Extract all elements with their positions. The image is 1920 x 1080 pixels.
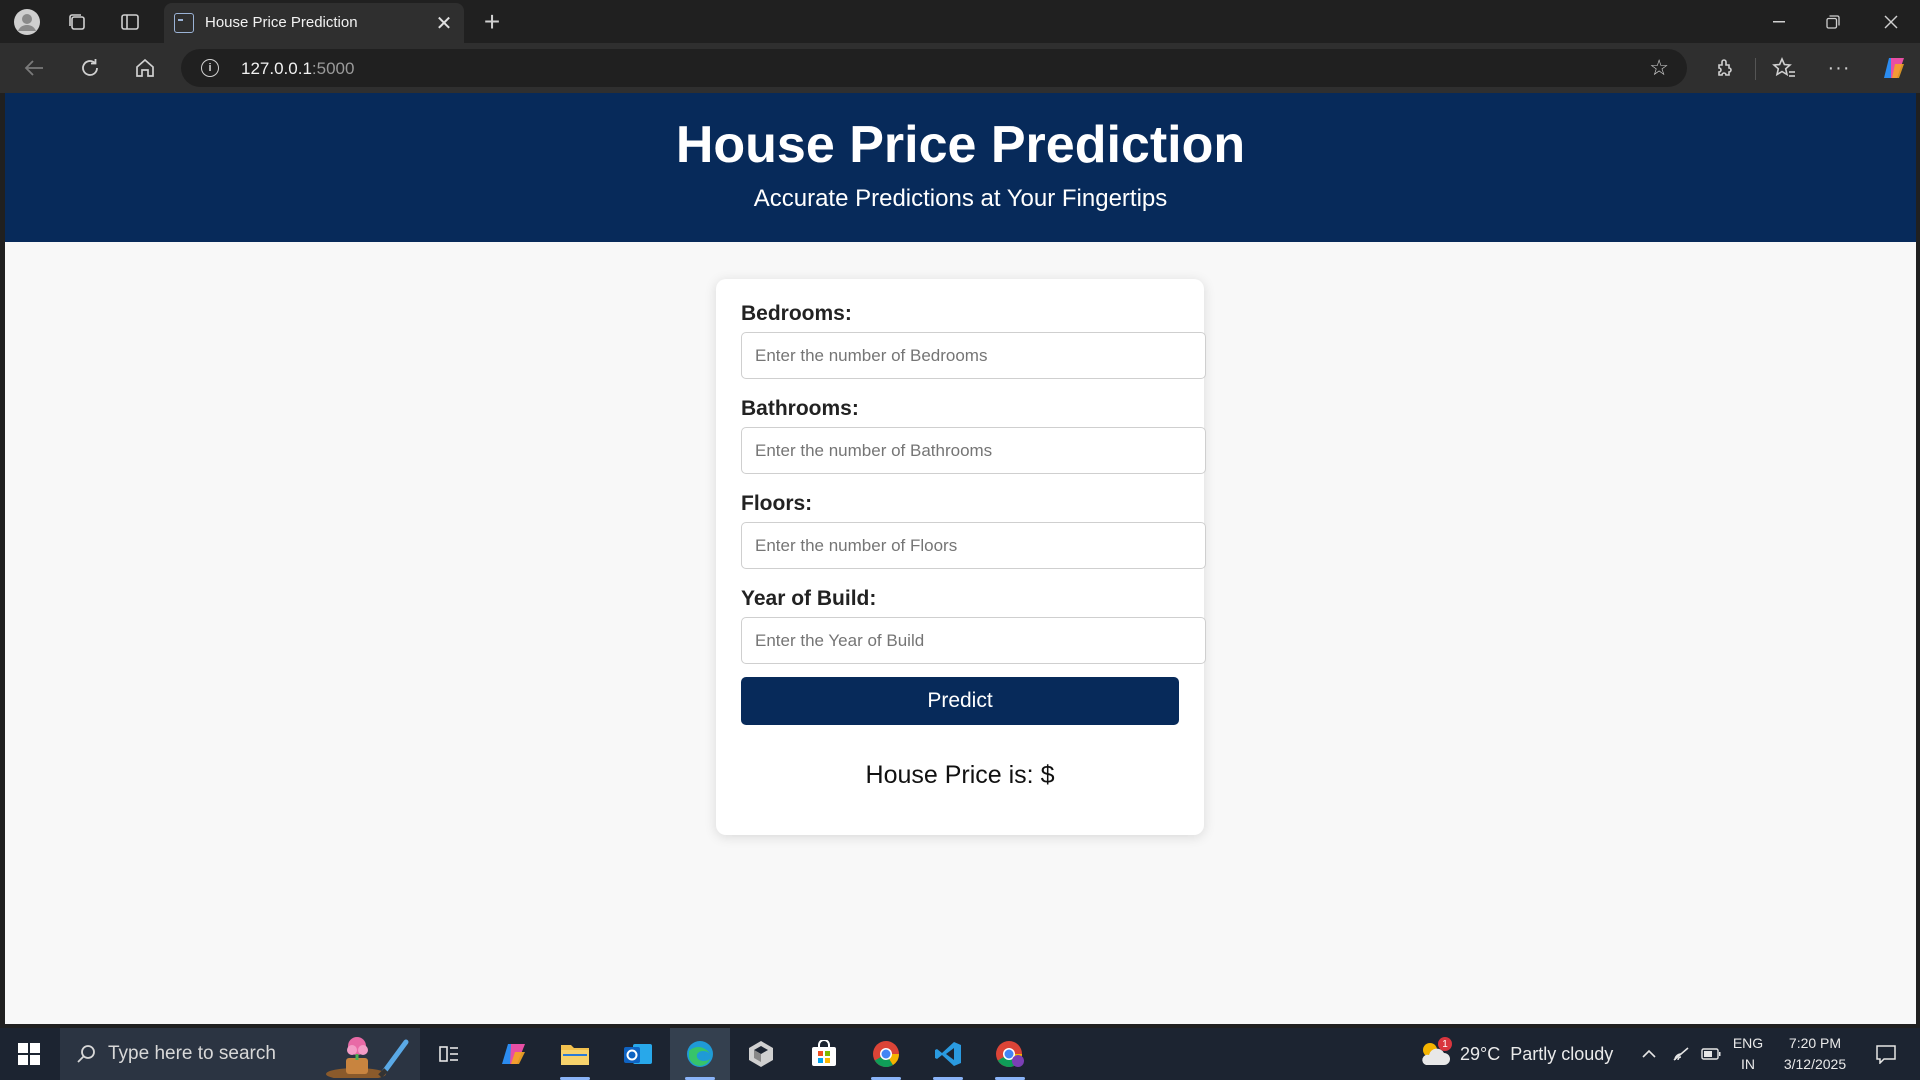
tab-close-icon[interactable]: ✕ xyxy=(432,11,456,35)
search-icon xyxy=(77,1045,95,1063)
site-info-icon[interactable]: i xyxy=(201,59,219,77)
copilot-app-icon[interactable] xyxy=(487,1028,541,1080)
taskbar-search-box[interactable]: Type here to search xyxy=(60,1028,420,1080)
input-language[interactable]: ENG IN xyxy=(1728,1033,1768,1075)
windows-taskbar: Type here to search 1 29°C Partly cloudy… xyxy=(0,1028,1920,1080)
bedrooms-input[interactable] xyxy=(741,332,1206,379)
url-host: 127.0.0.1 xyxy=(241,59,312,78)
favorite-star-icon[interactable]: ☆ xyxy=(1649,55,1669,81)
predict-button[interactable]: Predict xyxy=(741,677,1179,725)
year-of-build-input[interactable] xyxy=(741,617,1206,664)
chrome-icon[interactable] xyxy=(859,1028,913,1080)
language-code: ENG xyxy=(1732,1035,1764,1051)
search-placeholder: Type here to search xyxy=(108,1043,276,1064)
outlook-icon[interactable] xyxy=(611,1028,665,1080)
page-favicon-icon xyxy=(174,13,194,33)
floors-input[interactable] xyxy=(741,522,1206,569)
chrome-profile-icon[interactable] xyxy=(983,1028,1037,1080)
notifications-icon[interactable] xyxy=(1866,1028,1906,1080)
network-icon[interactable] xyxy=(1668,1028,1694,1080)
more-options-icon[interactable]: ··· xyxy=(1825,54,1853,82)
show-hidden-icons-chevron-icon[interactable] xyxy=(1636,1028,1662,1080)
home-icon[interactable] xyxy=(131,54,159,82)
page-title: House Price Prediction xyxy=(675,116,1246,174)
search-highlight-art-icon xyxy=(326,1037,409,1078)
page-subtitle: Accurate Predictions at Your Fingertips xyxy=(753,185,1168,212)
refresh-icon[interactable] xyxy=(76,54,104,82)
profile-avatar-icon[interactable] xyxy=(13,8,41,36)
page-viewport: House Price Prediction Accurate Predicti… xyxy=(5,93,1916,1024)
weather-widget[interactable]: 1 29°C Partly cloudy xyxy=(1418,1028,1618,1080)
favorites-icon[interactable] xyxy=(1770,54,1798,82)
toolbar-separator xyxy=(1755,58,1756,80)
bathrooms-label: Bathrooms: xyxy=(741,397,859,420)
url-port: :5000 xyxy=(311,59,355,78)
page-header: House Price Prediction Accurate Predicti… xyxy=(5,93,1916,242)
minimize-icon[interactable] xyxy=(1764,8,1794,36)
new-tab-icon[interactable]: + xyxy=(478,6,506,37)
file-explorer-icon[interactable] xyxy=(548,1028,602,1080)
url-text: 127.0.0.1:5000 xyxy=(241,59,354,79)
prediction-result: House Price is: $ xyxy=(865,761,1055,789)
battery-icon[interactable] xyxy=(1698,1028,1724,1080)
extensions-icon[interactable] xyxy=(1711,54,1739,82)
prediction-form-card: Bedrooms: Bathrooms: Floors: Year of Bui… xyxy=(716,279,1206,835)
bathrooms-input[interactable] xyxy=(741,427,1206,474)
vscode-icon[interactable] xyxy=(921,1028,975,1080)
edge-browser-icon[interactable] xyxy=(670,1028,730,1080)
tab-title: House Price Prediction xyxy=(205,14,358,31)
browser-tab-bar: House Price Prediction ✕ + xyxy=(0,0,1920,43)
year-of-build-label: Year of Build: xyxy=(741,587,877,610)
unity-icon[interactable] xyxy=(734,1028,788,1080)
floors-label: Floors: xyxy=(741,492,813,515)
restore-icon[interactable] xyxy=(1818,8,1848,36)
clock-time: 7:20 PM xyxy=(1788,1035,1842,1051)
vertical-tabs-icon[interactable] xyxy=(117,9,143,35)
microsoft-store-icon[interactable] xyxy=(797,1028,851,1080)
back-icon[interactable] xyxy=(20,54,48,82)
bedrooms-label: Bedrooms: xyxy=(741,302,852,325)
browser-toolbar: i 127.0.0.1:5000 ☆ ··· xyxy=(0,43,1920,93)
task-view-icon[interactable] xyxy=(422,1028,476,1080)
region-code: IN xyxy=(1741,1056,1755,1072)
clock-date: 3/12/2025 xyxy=(1783,1056,1847,1072)
close-window-icon[interactable] xyxy=(1876,8,1906,36)
weather-text: 29°C Partly cloudy xyxy=(1460,1043,1614,1064)
start-button-icon[interactable] xyxy=(0,1028,58,1080)
tab-active[interactable]: House Price Prediction ✕ xyxy=(164,3,464,43)
copilot-icon[interactable] xyxy=(1879,53,1909,83)
weather-badge: 1 xyxy=(1438,1037,1452,1051)
workspaces-icon[interactable] xyxy=(64,9,90,35)
address-bar[interactable]: i 127.0.0.1:5000 ☆ xyxy=(181,49,1687,87)
clock[interactable]: 7:20 PM 3/12/2025 xyxy=(1772,1033,1858,1075)
